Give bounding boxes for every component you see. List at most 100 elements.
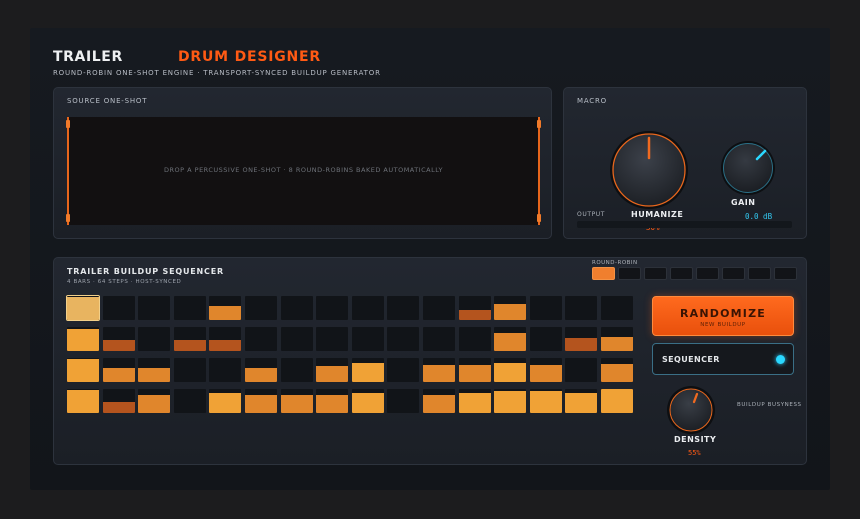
step-cell[interactable] (245, 327, 277, 351)
round-robin-slot[interactable] (774, 267, 797, 280)
step-cell[interactable] (316, 327, 348, 351)
step-velocity-fill (103, 368, 135, 382)
step-cell[interactable] (138, 327, 170, 351)
density-value: 55% (688, 449, 701, 457)
step-cell[interactable] (316, 389, 348, 413)
step-cell[interactable] (138, 358, 170, 382)
drop-hint: DROP A PERCUSSIVE ONE-SHOT · 8 ROUND-ROB… (164, 166, 443, 174)
step-cell[interactable] (459, 327, 491, 351)
randomize-sublabel: NEW BUILDUP (700, 322, 746, 328)
step-cell[interactable] (67, 389, 99, 413)
step-cell[interactable] (316, 296, 348, 320)
title-primary: TRAILER (53, 49, 123, 65)
step-cell[interactable] (459, 296, 491, 320)
step-cell[interactable] (174, 389, 206, 413)
step-cell[interactable] (601, 296, 633, 320)
step-cell[interactable] (352, 327, 384, 351)
step-velocity-fill (209, 393, 241, 413)
sample-drop-zone[interactable]: DROP A PERCUSSIVE ONE-SHOT · 8 ROUND-ROB… (66, 117, 541, 225)
step-cell[interactable] (387, 296, 419, 320)
step-cell[interactable] (494, 358, 526, 382)
gain-knob[interactable] (719, 139, 777, 197)
step-cell[interactable] (459, 358, 491, 382)
step-cell[interactable] (103, 327, 135, 351)
step-cell[interactable] (530, 389, 562, 413)
start-handle-top[interactable] (66, 120, 70, 128)
step-cell[interactable] (245, 358, 277, 382)
step-cell[interactable] (565, 327, 597, 351)
round-robin-slot[interactable] (748, 267, 771, 280)
step-cell[interactable] (352, 358, 384, 382)
source-panel-title: SOURCE ONE-SHOT (67, 97, 148, 105)
step-cell[interactable] (494, 327, 526, 351)
step-cell[interactable] (209, 358, 241, 382)
round-robin-slot[interactable] (592, 267, 615, 280)
step-cell[interactable] (103, 358, 135, 382)
step-velocity-fill (423, 365, 455, 382)
step-cell[interactable] (565, 389, 597, 413)
sequencer-toggle[interactable]: SEQUENCER (652, 343, 794, 375)
step-cell[interactable] (245, 296, 277, 320)
step-cell[interactable] (67, 358, 99, 382)
step-cell[interactable] (138, 389, 170, 413)
randomize-button[interactable]: RANDOMIZE NEW BUILDUP (652, 296, 794, 336)
step-cell[interactable] (103, 296, 135, 320)
humanize-knob[interactable] (608, 129, 690, 211)
step-cell[interactable] (174, 358, 206, 382)
round-robin-slot[interactable] (722, 267, 745, 280)
step-cell[interactable] (281, 327, 313, 351)
step-cell[interactable] (352, 296, 384, 320)
step-cell[interactable] (66, 295, 100, 321)
step-cell[interactable] (530, 358, 562, 382)
step-cell[interactable] (565, 358, 597, 382)
step-cell[interactable] (387, 358, 419, 382)
step-cell[interactable] (601, 358, 633, 382)
step-cell[interactable] (494, 389, 526, 413)
step-cell[interactable] (138, 296, 170, 320)
step-cell[interactable] (530, 296, 562, 320)
step-cell[interactable] (459, 389, 491, 413)
step-cell[interactable] (281, 358, 313, 382)
start-handle-bottom[interactable] (66, 214, 70, 222)
round-robin-slot[interactable] (644, 267, 667, 280)
step-cell[interactable] (565, 296, 597, 320)
step-cell[interactable] (530, 327, 562, 351)
step-cell[interactable] (209, 327, 241, 351)
step-cell[interactable] (601, 327, 633, 351)
step-cell[interactable] (601, 389, 633, 413)
step-cell[interactable] (103, 389, 135, 413)
step-cell[interactable] (281, 296, 313, 320)
step-cell[interactable] (423, 327, 455, 351)
step-cell[interactable] (209, 296, 241, 320)
step-cell[interactable] (209, 389, 241, 413)
step-velocity-fill (601, 337, 633, 351)
end-handle-top[interactable] (537, 120, 541, 128)
step-cell[interactable] (423, 296, 455, 320)
step-cell[interactable] (245, 389, 277, 413)
step-velocity-fill (494, 333, 526, 351)
step-cell[interactable] (494, 296, 526, 320)
step-cell[interactable] (423, 358, 455, 382)
step-cell[interactable] (174, 296, 206, 320)
end-handle-bottom[interactable] (537, 214, 541, 222)
step-cell[interactable] (387, 327, 419, 351)
step-cell[interactable] (352, 389, 384, 413)
step-cell[interactable] (387, 389, 419, 413)
step-cell[interactable] (281, 389, 313, 413)
step-velocity-fill (245, 368, 277, 382)
round-robin-slot[interactable] (670, 267, 693, 280)
step-cell[interactable] (423, 389, 455, 413)
step-cell[interactable] (174, 327, 206, 351)
round-robin-slot[interactable] (618, 267, 641, 280)
sequencer-panel: TRAILER BUILDUP SEQUENCER 4 BARS · 64 ST… (53, 257, 807, 465)
step-cell[interactable] (67, 327, 99, 351)
step-velocity-fill (494, 304, 526, 320)
round-robin-slot[interactable] (696, 267, 719, 280)
gain-label: GAIN (731, 198, 756, 207)
step-velocity-fill (352, 393, 384, 413)
step-velocity-fill (138, 395, 170, 413)
density-knob[interactable] (666, 385, 716, 435)
step-cell[interactable] (316, 358, 348, 382)
step-velocity-fill (281, 395, 313, 413)
output-label: OUTPUT (577, 211, 606, 218)
